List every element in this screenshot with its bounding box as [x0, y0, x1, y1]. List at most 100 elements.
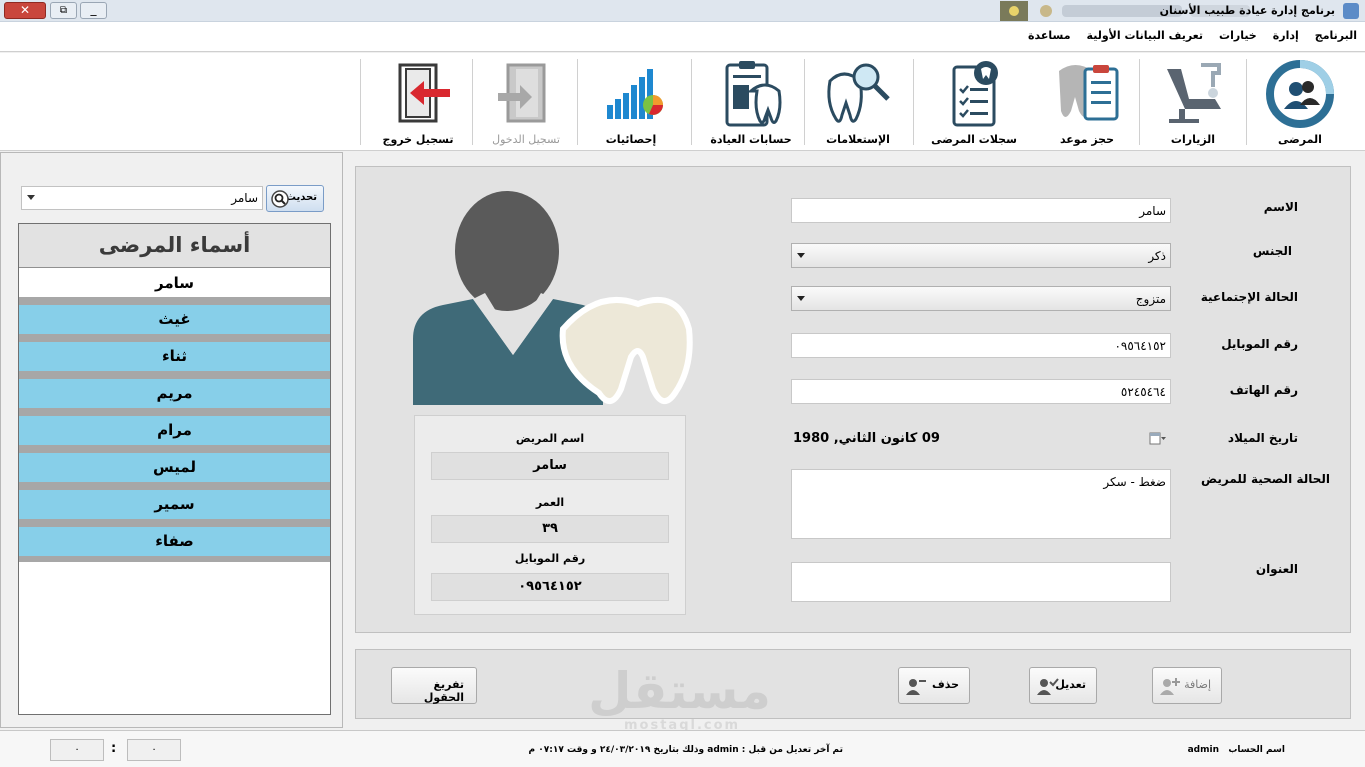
summary-age-value: ٣٩	[431, 515, 669, 543]
list-item[interactable]: مريم	[19, 371, 330, 408]
list-item[interactable]: لميس	[19, 445, 330, 482]
list-item[interactable]: سمير	[19, 482, 330, 519]
add-button-label: إضافة	[1184, 678, 1211, 691]
status-bar: اسم الحساب admin تم آخر تعديل من قبل : a…	[0, 730, 1365, 767]
marital-status-select[interactable]: متزوج	[791, 286, 1171, 311]
patients-panel: سامر تحديث أسماء المرضى سامر غيث ثناء مر…	[0, 152, 343, 728]
patients-list: أسماء المرضى سامر غيث ثناء مريم مرام لمي…	[18, 223, 331, 715]
appointment-icon	[1059, 65, 1119, 121]
restore-icon: ⧉	[59, 5, 68, 16]
delete-button[interactable]: حذف	[898, 667, 970, 704]
toolbar-separator	[1139, 59, 1140, 145]
toolbar-label: تسجيل خروج	[382, 133, 454, 146]
phone-label: رقم الهاتف	[1229, 383, 1298, 397]
minimize-window-button[interactable]: _	[80, 2, 107, 19]
toolbar-label: المرضى	[1278, 133, 1322, 146]
address-label: العنوان	[1255, 562, 1298, 576]
remove-user-icon	[906, 679, 926, 695]
restore-window-button[interactable]: ⧉	[50, 2, 77, 19]
health-status-textarea[interactable]: ضغط - سكر	[791, 469, 1171, 539]
list-item[interactable]: سامر	[19, 269, 330, 297]
add-user-icon	[1160, 678, 1180, 695]
mobile-input[interactable]: ٠٩٥٦٤١٥٢	[791, 333, 1171, 358]
birthdate-picker[interactable]: 09 كانون الثاني, 1980	[791, 426, 1171, 452]
health-status-value: ضغط - سكر	[1103, 475, 1166, 489]
edit-button[interactable]: تعديل	[1029, 667, 1097, 704]
close-window-button[interactable]: ✕	[4, 2, 46, 19]
address-input[interactable]	[791, 562, 1171, 602]
status-counter-left: ٠	[50, 739, 104, 761]
list-item[interactable]: صفاء	[19, 519, 330, 556]
toolbar-label: تسجيل الدخول	[492, 133, 560, 146]
toolbar-appointment-button[interactable]: حجز موعد	[1035, 57, 1139, 149]
patient-search-combo[interactable]: سامر	[21, 186, 263, 210]
summary-age-label: العمر	[535, 496, 565, 509]
window-title: برنامج إدارة عيادة طبيب الأسنان	[1159, 4, 1335, 17]
menu-help[interactable]: مساعدة	[1028, 29, 1071, 42]
toolbar-accounts-button[interactable]: حسابات العيادة	[699, 57, 803, 149]
toolbar-label: حجز موعد	[1059, 133, 1115, 146]
list-item[interactable]: مرام	[19, 408, 330, 445]
toolbar-label: سجلات المرضى	[931, 133, 1017, 146]
gender-select-value: ذكر	[1148, 249, 1166, 263]
last-edit-info: تم آخر تعديل من قبل : admin وذلك بتاريخ …	[528, 745, 843, 755]
edit-user-icon	[1037, 678, 1059, 695]
patient-form: اسم المريض سامر العمر ٣٩ رقم الموبايل ٠٩…	[355, 166, 1351, 633]
patient-search-value: سامر	[231, 191, 258, 205]
toolbar-login-button[interactable]: تسجيل الدخول	[474, 57, 578, 149]
add-button[interactable]: إضافة	[1152, 667, 1222, 704]
gender-select[interactable]: ذكر	[791, 243, 1171, 268]
phone-input-value: ٥٢٤٥٤٦٤	[1120, 385, 1166, 399]
patient-records-icon	[952, 61, 998, 127]
clear-fields-button[interactable]: تفريغ الحقول	[391, 667, 477, 704]
delete-button-label: حذف	[931, 678, 959, 691]
toolbar-label: حسابات العيادة	[710, 133, 792, 146]
toolbar-separator	[360, 59, 361, 145]
toolbar-visits-button[interactable]: الزيارات	[1141, 57, 1245, 149]
status-separator: :	[111, 741, 117, 756]
menu-initial-data[interactable]: تعريف البيانات الأولية	[1087, 29, 1204, 42]
chevron-down-icon	[797, 296, 805, 301]
patient-summary-box: اسم المريض سامر العمر ٣٩ رقم الموبايل ٠٩…	[414, 415, 686, 615]
birthdate-label: تاريخ الميلاد	[1227, 431, 1298, 445]
calendar-icon[interactable]	[1149, 432, 1167, 446]
watermark: مستقل mostaql.com	[588, 662, 771, 736]
menu-options[interactable]: خيارات	[1219, 29, 1257, 42]
close-icon: ✕	[19, 3, 31, 17]
clear-fields-button-label: تفريغ الحقول	[423, 678, 464, 704]
toolbar-inquiries-button[interactable]: الإستعلامات	[806, 57, 910, 149]
toolbar-separator	[913, 59, 914, 145]
list-item[interactable]: غيث	[19, 297, 330, 334]
toolbar-label: إحصائيات	[605, 133, 657, 146]
summary-mobile-label: رقم الموبايل	[514, 552, 586, 565]
list-item[interactable]: ثناء	[19, 334, 330, 371]
clinic-accounts-icon	[725, 61, 782, 127]
summary-name-label: اسم المريض	[515, 432, 585, 445]
toolbar-records-button[interactable]: سجلات المرضى	[922, 57, 1026, 149]
watermark-arabic-text: مستقل	[588, 662, 771, 720]
menu-management[interactable]: إدارة	[1273, 29, 1299, 42]
patients-list-title: أسماء المرضى	[19, 224, 330, 268]
toolbar-statistics-button[interactable]: إحصائيات	[579, 57, 683, 149]
tooth-search-icon	[827, 63, 890, 123]
marital-status-select-value: متزوج	[1135, 292, 1166, 306]
chevron-down-icon[interactable]	[27, 195, 35, 200]
patients-icon	[1266, 60, 1334, 128]
mobile-label: رقم الموبايل	[1221, 337, 1298, 351]
toolbar-separator	[472, 59, 473, 145]
menu-program[interactable]: البرنامج	[1315, 29, 1357, 42]
account-label: اسم الحساب	[1228, 745, 1285, 755]
app-logo-icon	[1343, 3, 1359, 19]
name-label: الاسم	[1263, 200, 1298, 214]
marital-status-label: الحالة الإجتماعية	[1200, 290, 1298, 304]
gender-label: الجنس	[1252, 244, 1292, 258]
menu-bar: البرنامج إدارة خيارات تعريف البيانات الأ…	[0, 22, 1365, 52]
toolbar-logout-button[interactable]: تسجيل خروج	[366, 57, 470, 149]
name-input[interactable]: سامر	[791, 198, 1171, 223]
minimize-icon: _	[90, 2, 97, 16]
login-icon	[498, 63, 546, 123]
refresh-button[interactable]: تحديث	[266, 185, 324, 212]
chevron-down-icon	[797, 253, 805, 258]
toolbar-patients-button[interactable]: المرضى	[1248, 57, 1352, 149]
phone-input[interactable]: ٥٢٤٥٤٦٤	[791, 379, 1171, 404]
